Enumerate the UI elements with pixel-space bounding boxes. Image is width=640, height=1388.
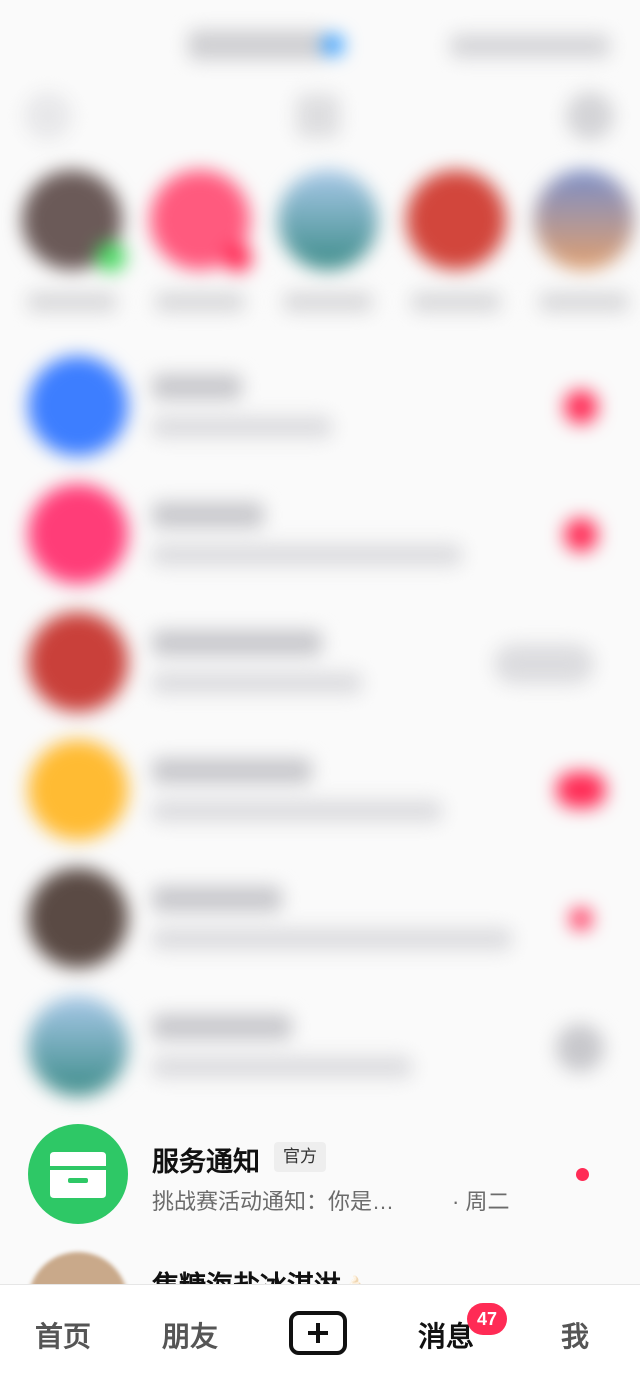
tab-friends[interactable]: 朋友 — [162, 1315, 218, 1355]
status-bar-icons — [450, 34, 610, 58]
unread-dot — [576, 1168, 589, 1181]
conversation-preview — [152, 928, 512, 950]
conversation-title: 焦糖海盐冰淇淋🍦 — [152, 1264, 368, 1285]
conversation-time: · 周二 — [452, 1189, 510, 1214]
story-item[interactable] — [278, 170, 382, 312]
conversation-preview — [152, 1056, 412, 1078]
unread-dot — [564, 518, 598, 552]
avatar — [28, 740, 128, 840]
story-item[interactable] — [22, 170, 126, 312]
top-bar — [0, 88, 640, 148]
create-button[interactable] — [289, 1311, 347, 1355]
status-bar-indicator — [322, 34, 344, 56]
inbox-icon — [28, 1124, 128, 1224]
conversation-title — [152, 502, 264, 528]
unread-count-badge — [556, 772, 606, 808]
online-status-icon — [96, 242, 126, 272]
story-name — [411, 292, 501, 312]
official-badge: 官方 — [274, 1142, 326, 1172]
story-name — [539, 292, 629, 312]
conversation-title — [152, 886, 282, 912]
tab-home[interactable]: 首页 — [35, 1315, 91, 1355]
conversation-title — [152, 1014, 292, 1040]
conversation-preview: 挑战赛活动通知：你是… — [152, 1189, 395, 1214]
avatar — [28, 868, 128, 968]
unread-dot — [570, 908, 592, 930]
follow-button[interactable] — [494, 644, 594, 684]
conversation-item[interactable] — [0, 472, 640, 600]
conversation-item[interactable] — [0, 856, 640, 984]
story-item[interactable] — [406, 170, 510, 312]
unread-dot — [564, 390, 598, 424]
tab-me[interactable]: 我 — [561, 1315, 589, 1355]
conversation-item-peek[interactable]: 焦糖海盐冰淇淋🍦 — [0, 1240, 640, 1285]
avatar — [28, 1252, 128, 1285]
conversation-title: 服务通知 — [152, 1147, 260, 1177]
search-icon[interactable] — [566, 92, 614, 140]
messages-unread-badge: 47 — [467, 1303, 507, 1335]
story-name — [155, 292, 245, 312]
plus-icon — [308, 1323, 328, 1343]
conversation-item[interactable] — [0, 984, 640, 1112]
conversation-preview — [152, 672, 362, 694]
story-name — [283, 292, 373, 312]
conversation-item-service-notice[interactable]: 服务通知 官方 挑战赛活动通知：你是… · 周二 — [0, 1112, 640, 1240]
status-bar — [0, 0, 640, 90]
conversation-preview — [152, 544, 462, 566]
live-status-icon — [224, 244, 252, 272]
bottom-tab-bar: 首页 朋友 消息 47 我 — [0, 1284, 640, 1388]
story-row — [0, 170, 640, 330]
conversation-item[interactable] — [0, 344, 640, 472]
conversation-title — [152, 374, 242, 400]
avatar — [28, 996, 128, 1096]
conversation-preview — [152, 416, 332, 438]
story-name — [27, 292, 117, 312]
conversation-title — [152, 758, 312, 784]
avatar — [28, 356, 128, 456]
mute-icon — [556, 1024, 604, 1072]
contacts-icon[interactable] — [296, 94, 340, 138]
conversation-preview — [152, 800, 442, 822]
conversation-item[interactable] — [0, 728, 640, 856]
conversation-title — [152, 630, 322, 656]
avatar — [534, 170, 634, 270]
story-item[interactable] — [534, 170, 638, 312]
tab-messages[interactable]: 消息 — [418, 1315, 474, 1355]
settings-icon[interactable] — [24, 92, 72, 140]
story-item[interactable] — [150, 170, 254, 312]
avatar — [406, 170, 506, 270]
avatar — [278, 170, 378, 270]
avatar — [28, 484, 128, 584]
avatar — [28, 612, 128, 712]
conversation-item[interactable] — [0, 600, 640, 728]
status-bar-carrier — [188, 30, 328, 60]
